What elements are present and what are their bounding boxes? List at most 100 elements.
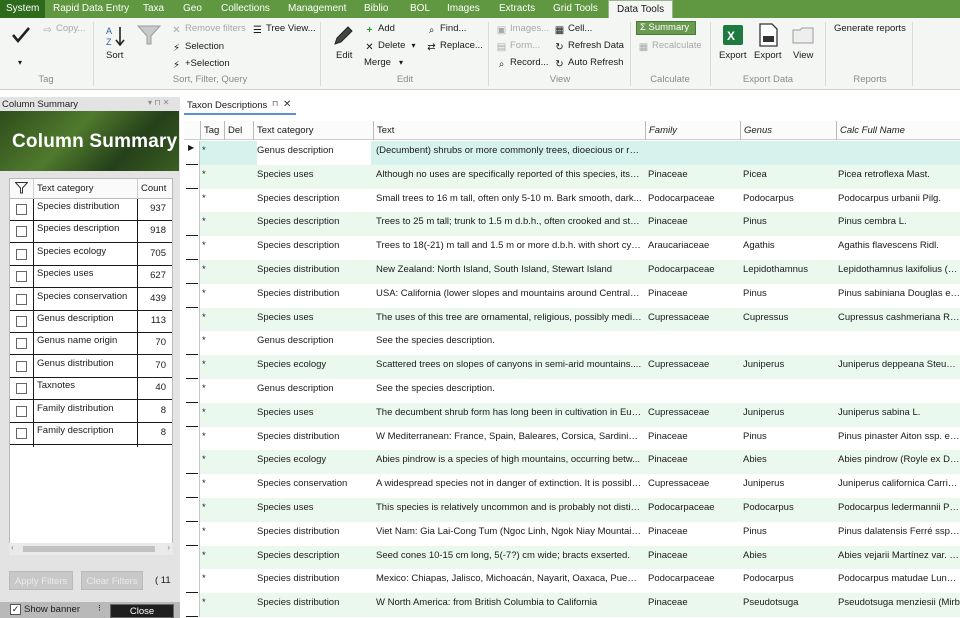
cell-calc-full-name[interactable]: Abies pindrow (Royle ex D. D [838,450,960,474]
table-row[interactable]: * Species uses This species is relatively … [184,498,960,522]
cell-tag[interactable]: * [202,236,222,260]
row-header[interactable] [184,260,200,284]
cell-family[interactable]: Cupressaceae [648,308,738,332]
row-header[interactable] [184,545,200,570]
cell-text-category[interactable]: Species distribution [257,260,371,284]
export-excel-button[interactable]: Export [719,50,746,61]
summary-row-checkbox[interactable] [16,293,27,305]
cell-calc-full-name[interactable]: Podocarpus matudae Lundell [838,569,960,593]
summary-row-checkbox[interactable] [16,271,27,283]
table-row[interactable]: * Species ecology Abies pindrow is a speci… [184,450,960,475]
summary-row[interactable]: Species description 918 [10,221,172,244]
cell-text[interactable]: Trees to 18(-21) m tall and 1.5 m or mor… [376,236,642,260]
summary-row[interactable]: Genus distribution 70 [10,356,172,378]
cell-tag[interactable]: * [202,569,222,593]
cell-family[interactable]: Pinaceae [648,546,738,570]
cell-tag[interactable]: * [202,498,222,522]
cell-calc-full-name[interactable]: Juniperus californica Carrière [838,474,960,498]
menu-tab-collections[interactable]: Collections [221,0,270,18]
images-button[interactable]: ▣ Images... [496,23,549,36]
row-header[interactable] [184,521,200,546]
cell-text[interactable]: (Decumbent) shrubs or more commonly tree… [376,141,642,165]
menu-tab-bol[interactable]: BOL [410,0,430,18]
cell-tag[interactable]: * [202,427,222,451]
column-header-text-category[interactable]: Text category [253,121,373,140]
cell-text-category[interactable]: Species conservation [257,474,371,498]
row-header[interactable] [184,474,200,499]
row-header[interactable] [184,164,200,189]
cell-text-category[interactable]: Species uses [257,308,371,332]
row-header[interactable] [184,450,200,475]
summary-button[interactable]: Σ Summary [636,21,696,35]
column-header-count[interactable]: Count [141,183,166,194]
clear-filters-button[interactable]: Clear Filters [81,571,143,590]
add-button[interactable]: + Add [364,23,395,36]
table-row[interactable]: * Species description Seed cones 10-15 cm … [184,545,960,570]
menu-tab-rapid-data-entry[interactable]: Rapid Data Entry [53,0,129,18]
sort-button[interactable]: Sort [106,50,123,61]
table-row[interactable]: * Species description Trees to 18(-21) m t… [184,236,960,261]
cell-text-category[interactable]: Species uses [257,498,371,522]
cell-genus[interactable]: Podocarpus [743,189,833,213]
cell-calc-full-name[interactable]: Podocarpus ledermannii Pilg. [838,498,960,522]
row-header[interactable] [184,331,200,356]
cell-family[interactable]: Pinaceae [648,165,738,189]
row-header[interactable] [184,402,200,427]
summary-row[interactable]: Species uses 627 [10,266,172,289]
row-header[interactable]: ▶ [184,141,200,165]
row-header[interactable] [184,379,200,403]
cell-tag[interactable]: * [202,165,222,189]
cell-calc-full-name[interactable] [838,331,960,355]
cell-genus[interactable]: Abies [743,450,833,474]
cell-genus[interactable]: Podocarpus [743,569,833,593]
column-header-tag[interactable]: Tag [200,121,224,140]
cell-calc-full-name[interactable]: Pinus sabiniana Douglas ex D [838,284,960,308]
column-header-text-category[interactable]: Text category [37,183,94,194]
cell-tag[interactable]: * [202,593,222,617]
cell-text-category[interactable]: Species uses [257,403,371,427]
cell-text[interactable]: Viet Nam: Gia Lai-Cong Tum (Ngoc Linh, N… [376,522,642,546]
cell-family[interactable]: Pinaceae [648,284,738,308]
cell-family[interactable]: Cupressaceae [648,403,738,427]
cell-genus[interactable] [743,141,833,165]
cell-genus[interactable]: Lepidothamnus [743,260,833,284]
selection-button[interactable]: ⚡ Selection [171,41,224,54]
tag-dropdown-icon[interactable]: ▾ [18,58,22,67]
scroll-left-icon[interactable]: ‹ [11,543,14,552]
summary-row[interactable]: Genus description 113 [10,311,172,333]
cell-text[interactable]: The decumbent shrub form has long been i… [376,403,642,427]
cell-family[interactable]: Podocarpaceae [648,569,738,593]
cell-text[interactable]: USA: California (lower slopes and mounta… [376,284,642,308]
cell-tag[interactable]: * [202,212,222,236]
cell-genus[interactable]: Juniperus [743,355,833,379]
menu-tab-management[interactable]: Management [288,0,346,18]
row-header[interactable] [184,593,200,618]
cell-calc-full-name[interactable]: Cupressus cashmeriana Royle [838,308,960,332]
cell-text[interactable]: This species is relatively uncommon and … [376,498,642,522]
cell-family[interactable]: Podocarpaceae [648,498,738,522]
show-banner-checkbox[interactable]: ✓ [10,604,21,615]
cell-family[interactable]: Podocarpaceae [648,260,738,284]
cell-text[interactable]: Abies pindrow is a species of high mount… [376,450,642,474]
table-row[interactable]: * Species distribution W North America: fr… [184,593,960,618]
row-header[interactable] [184,498,200,522]
cell-text-category[interactable]: Species description [257,189,371,213]
cell-family[interactable] [648,331,738,355]
menu-tab-extracts[interactable]: Extracts [499,0,535,18]
cell-tag[interactable]: * [202,141,222,165]
summary-row[interactable]: Family distribution 8 [10,401,172,423]
menu-tab-data-tools[interactable]: Data Tools [608,0,674,18]
cell-genus[interactable]: Pseudotsuga [743,593,833,617]
table-row[interactable]: * Species ecology Scattered trees on slope… [184,355,960,380]
cell-text[interactable]: Trees to 25 m tall; trunk to 1.5 m d.b.h… [376,212,642,236]
summary-row-checkbox[interactable] [16,338,27,350]
summary-row[interactable]: Species ecology 705 [10,244,172,266]
table-row[interactable]: * Genus description See the species descri… [184,379,960,403]
cell-calc-full-name[interactable]: Pinus cembra L. [838,212,960,236]
row-header[interactable] [184,426,200,451]
summary-row[interactable]: Species distribution 937 [10,199,172,221]
row-header[interactable] [184,569,200,594]
cell-family[interactable]: Pinaceae [648,450,738,474]
cell-text-category[interactable]: Species distribution [257,427,371,451]
cell-family[interactable]: Pinaceae [648,427,738,451]
